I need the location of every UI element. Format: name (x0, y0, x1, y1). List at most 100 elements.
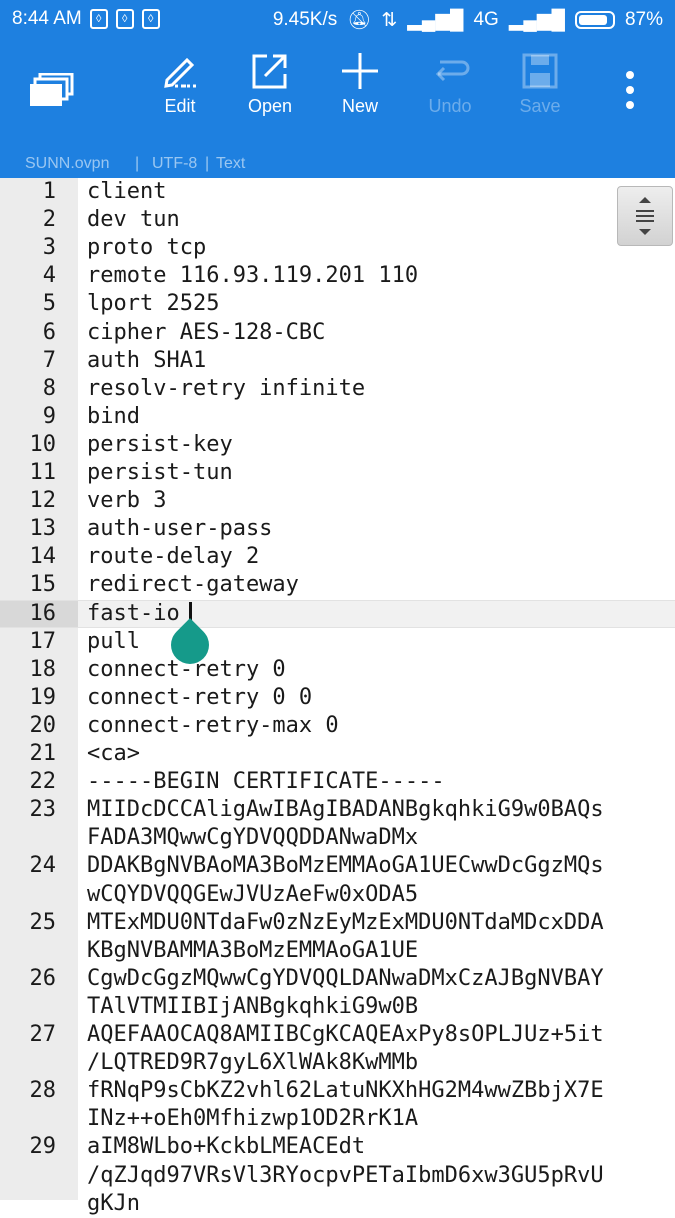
line-number: 17 (29, 628, 57, 654)
status-time: 8:44 AM (12, 8, 82, 29)
line-number: 2 (42, 207, 56, 233)
line-number: 24 (29, 853, 57, 879)
line-text: -----BEGIN CERTIFICATE----- (87, 769, 445, 795)
line-text: redirect-gateway (87, 572, 299, 598)
open-button[interactable]: Open (225, 40, 315, 140)
line-number: 23 (29, 797, 57, 823)
code-line[interactable]: wCQYDVQQGEwJVUzAeFw0xODA5 (0, 881, 675, 909)
code-line[interactable]: 23 MIIDcDCCAligAwIBAgIBADANBgkqhkiG9w0BAQ… (0, 796, 675, 824)
save-button[interactable]: Save (495, 40, 585, 140)
code-line[interactable]: 11 persist-tun (0, 459, 675, 487)
undo-label: Undo (428, 96, 472, 116)
line-number: 3 (42, 235, 56, 261)
code-line[interactable]: 29 aIM8WLbo+KckbLMEACEdt (0, 1133, 675, 1161)
line-text: KBgNVBAMMA3BoMzEMMAoGA1UE (87, 937, 419, 963)
line-text: remote 116.93.119.201 110 (87, 263, 419, 289)
line-text: resolv-retry infinite (87, 375, 366, 401)
code-line[interactable]: 25 MTExMDU0NTdaFw0zNzEyMzExMDU0NTdaMDcxDD… (0, 909, 675, 937)
code-line[interactable]: 1 client (0, 178, 675, 206)
line-text: proto tcp (87, 235, 207, 261)
code-line[interactable]: 4 remote 116.93.119.201 110 (0, 262, 675, 290)
new-label: New (341, 96, 378, 116)
code-line[interactable]: 16 fast-io (0, 600, 675, 628)
battery-icon (574, 11, 615, 29)
line-number: 29 (29, 1134, 57, 1160)
code-line[interactable]: 17 pull (0, 628, 675, 656)
files-button[interactable] (7, 40, 97, 140)
line-text: TAlVTMIIBIjANBgkqhkiG9w0B (87, 993, 419, 1019)
code-line[interactable]: gKJn (0, 1190, 675, 1218)
line-number: 10 (29, 431, 57, 457)
signal-icon: ▂▄▆█ (508, 9, 565, 31)
line-text: MIIDcDCCAligAwIBAgIBADANBgkqhkiG9w0BAQs (87, 797, 604, 823)
save-icon (522, 53, 558, 89)
line-number: 19 (29, 684, 57, 710)
mute-icon: 🔕︎ (347, 10, 372, 31)
signal-icon: ▂▄▆█ (407, 9, 464, 31)
code-line[interactable]: FADA3MQwwCgYDVQQDDANwaDMx (0, 824, 675, 852)
code-line[interactable]: 7 auth SHA1 (0, 347, 675, 375)
fast-scroll-button[interactable] (617, 186, 673, 246)
code-line[interactable]: /qZJqd97VRsVl3RYocpvPETaIbmD6xw3GU5pRvU (0, 1162, 675, 1190)
code-line[interactable]: 2 dev tun (0, 206, 675, 234)
new-button[interactable]: New (315, 40, 405, 140)
data-arrows-icon: ⇅ (381, 9, 398, 31)
code-line[interactable]: 27 AQEFAAOCAQ8AMIIBCgKCAQEAxPy8sOPLJUz+5i… (0, 1021, 675, 1049)
code-line[interactable]: KBgNVBAMMA3BoMzEMMAoGA1UE (0, 937, 675, 965)
code-line[interactable]: 26 CgwDcGgzMQwwCgYDVQQLDANwaDMxCzAJBgNVBA… (0, 965, 675, 993)
line-number: 12 (29, 488, 57, 514)
line-number: 27 (29, 1022, 57, 1047)
line-text: cipher AES-128-CBC (87, 319, 326, 345)
status-bar: 8:44 AM ◊ ◊ ◊ 9.45K/s 🔕︎ ⇅ ▂▄▆█ 4G ▂▄▆█ … (0, 0, 675, 40)
code-line[interactable]: 13 auth-user-pass (0, 515, 675, 543)
code-line[interactable]: /LQTRED9R7gyL6XlWAk8KwMMb (0, 1049, 675, 1077)
file-name: SUNN.ovpn (25, 155, 110, 172)
toolbar: Edit Open New Undo Save (0, 40, 675, 152)
line-number: 22 (29, 769, 57, 795)
code-line[interactable]: 24 DDAKBgNVBAoMA3BoMzEMMAoGA1UECwwDcGgzMQ… (0, 852, 675, 880)
code-line[interactable]: 15 redirect-gateway (0, 571, 675, 599)
line-text: CgwDcGgzMQwwCgYDVQQLDANwaDMxCzAJBgNVBAY (87, 965, 604, 991)
code-line[interactable]: 6 cipher AES-128-CBC (0, 319, 675, 347)
stack-icon (30, 73, 74, 106)
code-line[interactable]: 22 -----BEGIN CERTIFICATE----- (0, 768, 675, 796)
line-text: connect-retry 0 0 (87, 684, 313, 710)
file-encoding: UTF-8 (152, 155, 198, 172)
code-line[interactable]: 9 bind (0, 403, 675, 431)
code-line[interactable]: 10 persist-key (0, 431, 675, 459)
edit-button[interactable]: Edit (135, 40, 225, 140)
line-number: 18 (29, 656, 57, 682)
save-label: Save (519, 96, 561, 116)
code-line[interactable]: TAlVTMIIBIjANBgkqhkiG9w0B (0, 993, 675, 1021)
notification-icon: ◊ (141, 9, 160, 29)
file-info-bar: SUNN.ovpn | UTF-8 | Text (0, 152, 675, 178)
open-label: Open (247, 96, 293, 116)
code-line[interactable]: INz++oEh0Mfhizwp1OD2RrK1A (0, 1105, 675, 1133)
scroll-handle-icon (636, 197, 654, 235)
text-editor[interactable]: 1 client 2 dev tun 3 proto tcp 4 remote 116.93.… (0, 178, 675, 1216)
code-line[interactable]: 14 route-delay 2 (0, 543, 675, 571)
code-line[interactable]: 28 fRNqP9sCbKZ2vhl62LatuNKXhHG2M4wwZBbjX7… (0, 1077, 675, 1105)
line-number: 14 (29, 544, 57, 570)
code-line[interactable]: 5 lport 2525 (0, 290, 675, 318)
line-text: INz++oEh0Mfhizwp1OD2RrK1A (87, 1106, 419, 1132)
code-line[interactable]: 12 verb 3 (0, 487, 675, 515)
undo-button[interactable]: Undo (405, 40, 495, 140)
code-line[interactable]: 21 <ca> (0, 740, 675, 768)
line-number: 16 (29, 600, 57, 626)
code-line[interactable]: 3 proto tcp (0, 234, 675, 262)
line-number: 15 (29, 572, 57, 598)
line-number: 20 (29, 712, 57, 738)
line-number: 25 (29, 909, 57, 935)
code-line[interactable]: 18 connect-retry 0 (0, 656, 675, 684)
code-line[interactable]: 8 resolv-retry infinite (0, 375, 675, 403)
line-text: lport 2525 (87, 291, 220, 317)
line-text: connect-retry-max 0 (87, 712, 339, 738)
line-number: 4 (42, 263, 56, 289)
code-line[interactable]: 19 connect-retry 0 0 (0, 684, 675, 712)
line-text: /LQTRED9R7gyL6XlWAk8KwMMb (87, 1050, 419, 1076)
net-speed: 9.45K/s (272, 9, 338, 30)
more-button[interactable] (585, 40, 675, 140)
code-line[interactable]: 20 connect-retry-max 0 (0, 712, 675, 740)
line-text: pull (87, 628, 140, 654)
